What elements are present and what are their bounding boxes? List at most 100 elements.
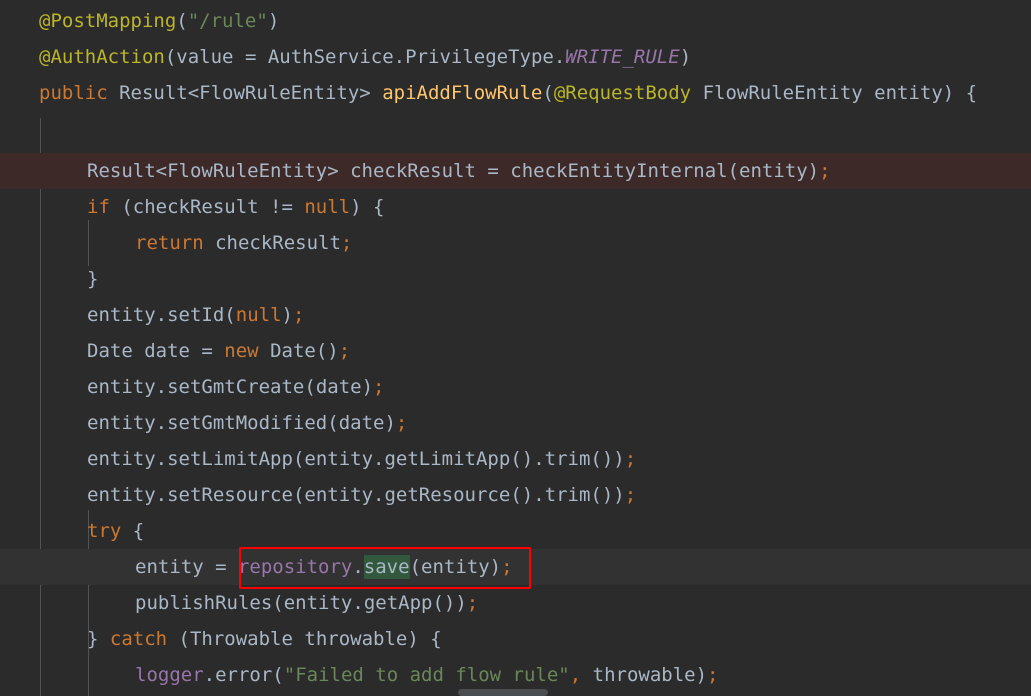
code-token: = (233, 46, 268, 68)
code-token: (entity) (727, 160, 820, 182)
code-token: . (155, 412, 168, 434)
code-token: publishRules (135, 592, 273, 614)
code-token: ) { (350, 196, 385, 218)
code-token: (entity (272, 592, 353, 614)
code-line[interactable]: Date date = new Date(); (0, 333, 1031, 369)
code-token: (date) (304, 376, 374, 398)
code-token: . (203, 664, 216, 686)
code-token: ( (176, 10, 188, 32)
code-token: ) (679, 46, 692, 68)
code-token: ; (395, 412, 408, 434)
code-token: setId (167, 304, 225, 326)
code-editor-canvas[interactable]: @PostMapping("/rule") @AuthAction(value =… (0, 0, 1031, 696)
code-token: ; (819, 160, 831, 182)
code-token: entity (87, 376, 156, 398)
code-token: entity) { (862, 82, 978, 104)
code-line[interactable]: @PostMapping("/rule") (0, 3, 1031, 39)
code-token: try (87, 520, 122, 542)
code-line[interactable]: entity.setGmtCreate(date); (0, 369, 1031, 405)
code-line[interactable]: try { (0, 513, 1031, 549)
horizontal-scrollbar[interactable] (458, 689, 548, 696)
code-token: AuthService (267, 46, 394, 68)
code-line[interactable]: logger.error("Failed to add flow rule", … (0, 657, 1031, 693)
code-token: ( (542, 82, 554, 104)
code-line[interactable] (0, 111, 1031, 147)
code-token: trim (544, 448, 591, 470)
code-token: null (235, 304, 282, 326)
code-token: ; (624, 448, 637, 470)
code-token: ( (224, 304, 236, 326)
code-token: checkResult = (338, 160, 511, 182)
code-token: () (510, 448, 534, 470)
code-token: ; (501, 556, 513, 578)
code-token: Throwable (189, 628, 293, 650)
code-token: (entity (292, 484, 374, 506)
code-token: PrivilegeType (405, 46, 554, 68)
code-token: getApp (363, 592, 433, 614)
code-line[interactable]: return checkResult; (0, 225, 1031, 261)
code-token: setGmtModified (167, 412, 328, 434)
code-token: checkResult (203, 232, 341, 254)
code-token: setResource (167, 484, 293, 506)
code-line[interactable]: entity.setId(null); (0, 297, 1031, 333)
code-token: ; (340, 232, 353, 254)
code-token: entity = (135, 556, 238, 578)
code-line[interactable]: if (checkResult != null) { (0, 189, 1031, 225)
code-token: date = (132, 340, 225, 362)
code-line[interactable]: entity.setResource(entity.getResource().… (0, 477, 1031, 513)
code-token: (date) (327, 412, 396, 434)
code-token: ; (373, 376, 385, 398)
code-token: . (533, 484, 545, 506)
code-line-error-highlighted[interactable]: Result<FlowRuleEntity> checkResult = che… (0, 153, 1031, 189)
code-token: Result<FlowRuleEntity> (119, 82, 371, 104)
code-token: ; (338, 340, 351, 362)
code-token: repository (237, 556, 353, 578)
code-token: Result<FlowRuleEntity> (87, 160, 339, 182)
code-token: error (215, 664, 273, 686)
code-token: trim (544, 484, 591, 506)
code-token: Date (87, 340, 133, 362)
code-token: , (569, 664, 593, 686)
code-token: . (155, 484, 168, 506)
code-token: getResource (384, 484, 511, 506)
code-line[interactable]: } (0, 261, 1031, 297)
code-line[interactable]: public Result<FlowRuleEntity> apiAddFlow… (0, 75, 1031, 111)
code-token: @PostMapping (39, 10, 177, 32)
code-token: () (315, 340, 339, 362)
code-token: . (352, 592, 364, 614)
code-token: FlowRuleEntity (702, 82, 863, 104)
code-token: catch (109, 628, 168, 650)
code-token: @RequestBody (553, 82, 692, 104)
code-token: value (176, 46, 234, 68)
code-token: . (352, 556, 364, 578)
code-token: . (373, 484, 385, 506)
code-token: ( (167, 628, 190, 650)
code-line[interactable]: } catch (Throwable throwable) { (0, 621, 1031, 657)
code-line[interactable]: publishRules(entity.getApp()); (0, 585, 1031, 621)
code-token: checkEntityInternal (510, 160, 728, 182)
code-token: null (304, 196, 351, 218)
code-line[interactable]: entity.setLimitApp(entity.getLimitApp().… (0, 441, 1031, 477)
code-token: apiAddFlowRule (382, 82, 543, 104)
code-line[interactable]: entity.setGmtModified(date); (0, 405, 1031, 441)
code-line[interactable]: @AuthAction(value = AuthService.Privileg… (0, 39, 1031, 75)
code-token: return (135, 232, 204, 254)
code-token: logger (135, 664, 204, 686)
code-token: () (510, 484, 534, 506)
code-token: . (393, 46, 406, 68)
code-token: (entity) (409, 556, 502, 578)
code-token: ; (292, 304, 305, 326)
code-token: ()) (432, 592, 467, 614)
code-token: { (121, 520, 145, 542)
code-token: "Failed to add flow rule" (283, 664, 570, 686)
code-token: throwable) (592, 664, 708, 686)
code-token: setLimitApp (167, 448, 293, 470)
code-line-caret[interactable]: entity = repository.save(entity); (0, 549, 1031, 585)
code-token: new (224, 340, 259, 362)
code-token: ()) (590, 448, 625, 470)
code-token: ; (624, 484, 637, 506)
code-token: . (533, 448, 545, 470)
